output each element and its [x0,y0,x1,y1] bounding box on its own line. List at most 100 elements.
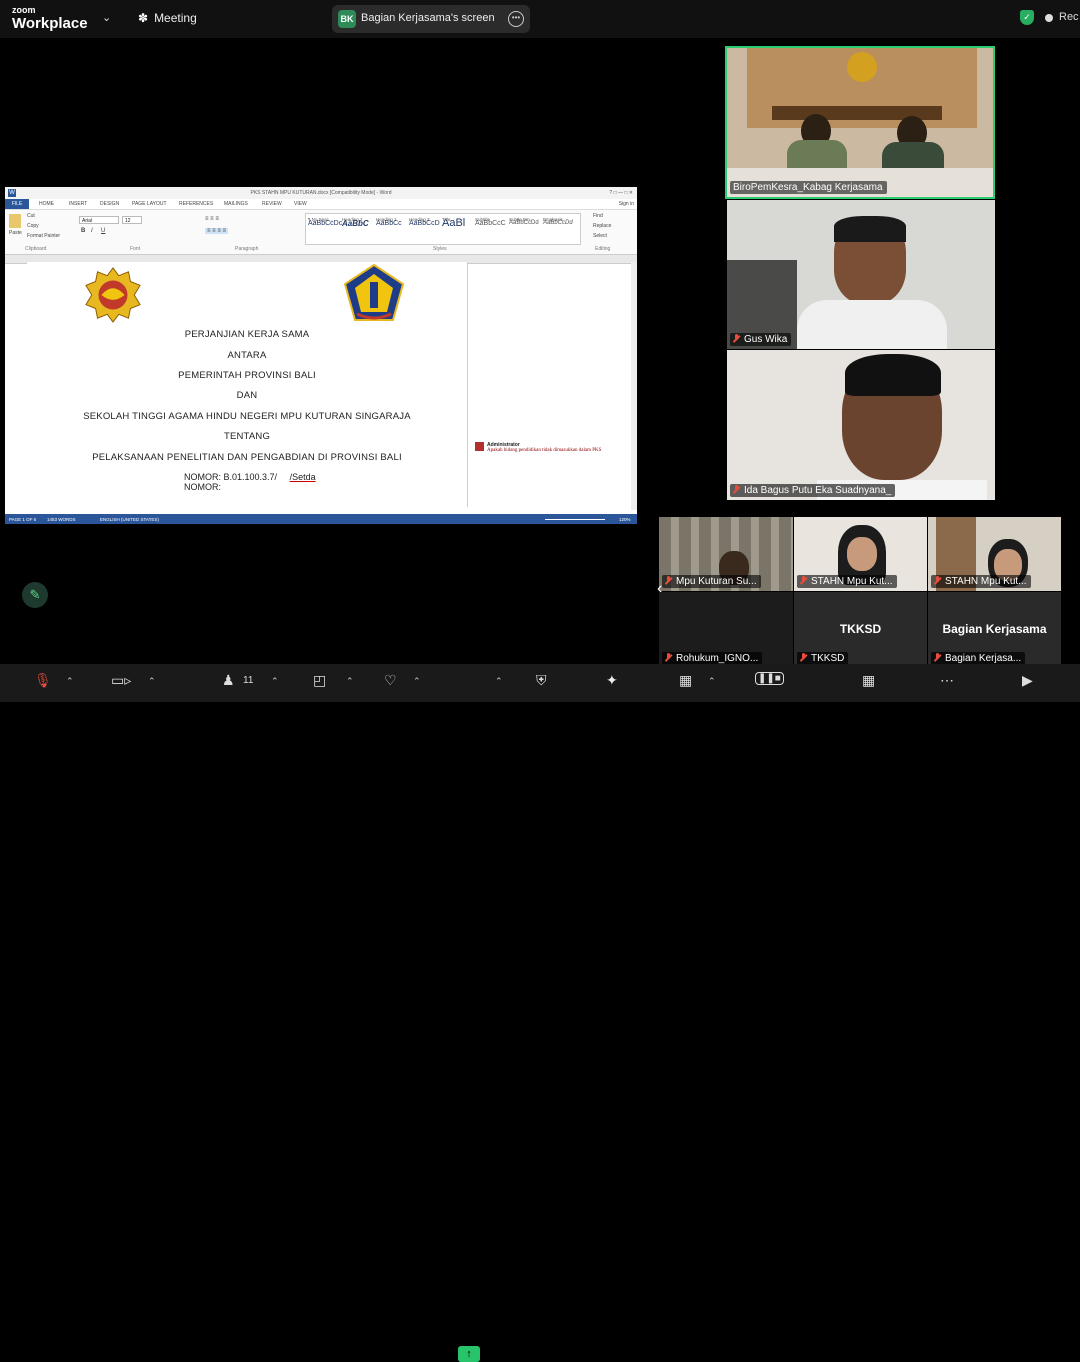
word-count[interactable]: 1453 WORDS [47,517,76,522]
nomor-value: NOMOR: B.01.100.3.7/ [184,472,278,482]
zoom-level[interactable]: 120% [619,517,631,522]
security-shield-icon[interactable]: ✓ [1020,10,1034,25]
view-grid-icon[interactable]: ▦ [862,672,875,689]
host-tools-shield-icon[interactable]: ⛨ [536,672,547,689]
align-center-icon[interactable]: ≡ ≡ ≡ ≡ [205,228,229,234]
meeting-label: Meeting [154,11,197,25]
participant-name-text: TKKSD [811,653,845,664]
bullets-icon[interactable]: ≡ ≡ ≡ [205,216,219,222]
group-label-clipboard: Clipboard [25,246,47,252]
chat-icon[interactable]: ◰ [313,672,326,689]
tab-references[interactable]: REFERENCES [179,201,213,207]
doc-line: SEKOLAH TINGGI AGAMA HINDU NEGERI MPU KU… [83,411,411,422]
window-controls[interactable]: ? □ — □ ✕ [609,187,633,199]
leave-icon[interactable]: ▶ [1022,672,1033,689]
language-indicator[interactable]: ENGLISH (UNITED STATES) [100,517,159,522]
participant-face [847,537,877,571]
participant-name-text: STAHN Mpu Kut... [811,576,893,587]
copy-button[interactable]: Copy [27,223,39,229]
reactions-heart-icon[interactable]: ♡ [384,672,397,689]
replace-button[interactable]: Replace [593,223,611,229]
video-camera-icon[interactable]: ▭▹ [111,672,131,689]
tab-page-layout[interactable]: PAGE LAYOUT [132,201,167,207]
format-painter-button[interactable]: Format Painter [27,233,60,239]
video-tile[interactable]: Mpu Kuturan Su... [659,517,793,591]
paste-icon[interactable] [9,214,21,228]
screen-share-indicator[interactable]: BK Bagian Kerjasama's screen ••• [332,5,530,33]
video-tile-off[interactable]: TKKSD TKKSD [794,592,927,668]
participant-name-text: Mpu Kuturan Su... [676,576,757,587]
bottom-toolbar: 🎙︎ ⌃ ▭▹ ⌃ ♟ 11 ⌃ ◰ ⌃ ♡ ⌃ ↑ ⌃ ⛨ ✦ ▦ ⌃ ❚❚■… [0,664,1080,1362]
muted-mic-icon [934,653,941,662]
unmute-mic-icon[interactable]: 🎙︎ [34,672,52,689]
share-screen-icon[interactable]: ↑ [458,1346,480,1362]
video-tile[interactable]: Ida Bagus Putu Eka Suadnyana_ [727,350,995,500]
page-count[interactable]: PAGE 1 OF 6 [9,517,36,522]
bold-button[interactable]: B [81,228,85,234]
tab-file[interactable]: FILE [5,199,29,209]
word-title: PKS STAHN MPU KUTURAN.docx [Compatibilit… [250,190,392,196]
doc-line: PEMERINTAH PROVINSI BALI [178,370,316,381]
video-options-chevron-icon[interactable]: ⌃ [148,676,156,687]
more-options-icon[interactable]: ••• [508,11,524,27]
group-label-font: Font [130,246,141,252]
video-tile-active-speaker[interactable]: BiroPemKesra_Kabag Kerjasama [725,46,995,199]
participant-name: Ida Bagus Putu Eka Suadnyana_ [730,484,896,497]
style-name: Heading 3 [409,217,430,222]
vertical-scrollbar[interactable] [631,262,637,510]
participants-icon[interactable]: ♟ [222,672,235,689]
tab-insert[interactable]: INSERT [69,201,87,207]
group-label-paragraph: Paragraph [235,246,259,252]
share-chevron-icon[interactable]: ⌃ [495,676,503,687]
document-page[interactable]: PERJANJIAN KERJA SAMA ANTARA PEMERINTAH … [27,262,468,507]
ai-companion-sparkle-icon[interactable]: ✦ [606,672,618,689]
video-tile-off[interactable]: Bagian Kerjasama Bagian Kerjasa... [928,592,1061,668]
doc-title-line: PERJANJIAN KERJA SAMA [184,329,310,340]
apps-chevron-icon[interactable]: ⌃ [708,676,716,687]
paste-label[interactable]: Paste [9,230,22,236]
video-tile[interactable]: STAHN Mpu Kut... [928,517,1061,591]
word-icon: W [8,189,16,197]
select-button[interactable]: Select [593,233,607,239]
record-dot-icon [1045,14,1053,22]
cut-button[interactable]: Cut [27,213,35,219]
video-tile[interactable]: Gus Wika [727,200,995,349]
bali-province-emblem-icon [343,264,405,321]
pause-recording-icon[interactable]: ❚❚■ [755,672,784,685]
meeting-info-button[interactable]: ✽ Meeting [138,11,197,25]
annotate-pencil-icon[interactable]: ✎ [22,582,48,608]
comment-text: Apakah bidang pendidikan tidak dimasukka… [487,448,602,453]
participant-name-text: Ida Bagus Putu Eka Suadnyana_ [744,485,892,496]
review-comment[interactable]: Administrator Apakah bidang pendidikan t… [475,442,635,454]
underline-button[interactable]: U [101,228,105,234]
tab-view[interactable]: VIEW [294,201,307,207]
participant-big-name: Bagian Kerjasama [942,622,1047,636]
chevron-down-icon[interactable]: ⌄ [102,11,111,24]
audio-options-chevron-icon[interactable]: ⌃ [66,676,74,687]
tab-mailings[interactable]: MAILINGS [224,201,248,207]
tab-home[interactable]: HOME [39,201,54,207]
recording-label[interactable]: Rec [1059,11,1079,23]
video-tile[interactable]: STAHN Mpu Kut... [794,517,927,591]
find-button[interactable]: Find [593,213,603,219]
participants-chevron-icon[interactable]: ⌃ [271,676,279,687]
zoom-slider[interactable] [545,519,605,520]
more-icon[interactable]: ⋯ [940,672,954,689]
participant-count[interactable]: 11 [243,675,253,686]
apps-icon[interactable]: ▦ [679,672,692,689]
reactions-chevron-icon[interactable]: ⌃ [413,676,421,687]
shared-screen-word[interactable]: W PKS STAHN MPU KUTURAN.docx [Compatibil… [5,187,637,524]
font-size-box[interactable]: 12 [122,216,142,224]
font-name-box[interactable]: Arial [79,216,119,224]
tab-design[interactable]: DESIGN [100,201,119,207]
chat-chevron-icon[interactable]: ⌃ [346,676,354,687]
participant-hair [845,354,941,396]
video-tile-off[interactable]: Rohukum_IGNO... [659,592,793,668]
sign-in-link[interactable]: Sign in [619,201,634,207]
tab-review[interactable]: REVIEW [262,201,282,207]
styles-gallery[interactable]: AaBbCcDc ¶ No Spac... AaBbC Heading 2 AaBb… [305,213,581,245]
nomor-line-2: NOMOR: [184,482,221,492]
italic-button[interactable]: I [91,228,93,234]
prev-page-arrow-icon[interactable]: ‹ [657,580,662,598]
doc-line: ANTARA [227,350,267,361]
